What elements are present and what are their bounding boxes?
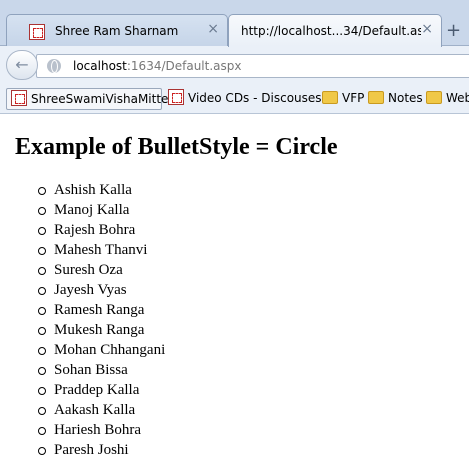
list-item: Mahesh Thanvi — [37, 240, 165, 260]
tab-title: http://localhost...34/Default.aspx — [241, 24, 421, 38]
list-item: Jayesh Vyas — [37, 280, 165, 300]
page-favicon-icon — [11, 90, 27, 106]
folder-icon — [368, 91, 384, 104]
page-favicon-icon — [168, 89, 184, 105]
close-icon[interactable]: × — [421, 21, 433, 37]
list-item: Paresh Joshi — [37, 440, 165, 460]
list-item: Manoj Kalla — [37, 200, 165, 220]
bulleted-list: Ashish Kalla Manoj Kalla Rajesh Bohra Ma… — [37, 180, 166, 460]
list-item: Ramesh Ranga — [37, 300, 165, 320]
list-item: Hariesh Bohra — [37, 420, 165, 440]
page-favicon-icon — [29, 24, 45, 40]
globe-icon — [47, 59, 61, 73]
address-bar[interactable]: localhost:1634/Default.aspx — [36, 54, 469, 78]
list-item: Mukesh Ranga — [37, 320, 165, 340]
list-item: Mohan Chhangani — [37, 342, 166, 358]
bookmark-folder[interactable]: Web — [424, 88, 469, 110]
tab-shree-ram-sharnam[interactable]: Shree Ram Sharnam × — [6, 14, 228, 47]
tab-title: Shree Ram Sharnam — [55, 24, 179, 38]
bookmark-item[interactable]: ShreeSwamiVishaMitte... — [6, 88, 180, 110]
list-item: Ashish Kalla — [37, 180, 165, 200]
bookmark-item[interactable]: Video CDs - Discouses ... — [164, 88, 337, 110]
navigation-bar: localhost:1634/Default.aspx ← — [0, 46, 469, 84]
list-item: Aakash Kalla — [37, 400, 165, 420]
bookmark-folder[interactable]: VFP — [320, 88, 364, 110]
bookmarks-bar: ShreeSwamiVishaMitte... Video CDs - Disc… — [0, 84, 469, 114]
page-heading: Example of BulletStyle = Circle — [15, 134, 338, 160]
folder-icon — [426, 91, 442, 104]
bookmark-folder[interactable]: Notes — [366, 88, 423, 110]
back-arrow-icon: ← — [15, 55, 29, 74]
page-content: Example of BulletStyle = Circle Ashish K… — [0, 115, 469, 475]
close-icon[interactable]: × — [207, 21, 219, 37]
list-item: Suresh Oza — [37, 260, 165, 280]
list-item: Sohan Bissa — [37, 360, 165, 380]
tab-strip: Shree Ram Sharnam × http://localhost...3… — [0, 0, 469, 47]
list-item: Praddep Kalla — [37, 380, 165, 400]
list-item: Rajesh Bohra — [37, 220, 165, 240]
url-text: localhost:1634/Default.aspx — [73, 59, 242, 73]
back-button[interactable]: ← — [6, 50, 38, 80]
new-tab-button[interactable]: + — [446, 20, 461, 41]
tab-default-aspx[interactable]: http://localhost...34/Default.aspx × — [228, 14, 442, 47]
folder-icon — [322, 91, 338, 104]
